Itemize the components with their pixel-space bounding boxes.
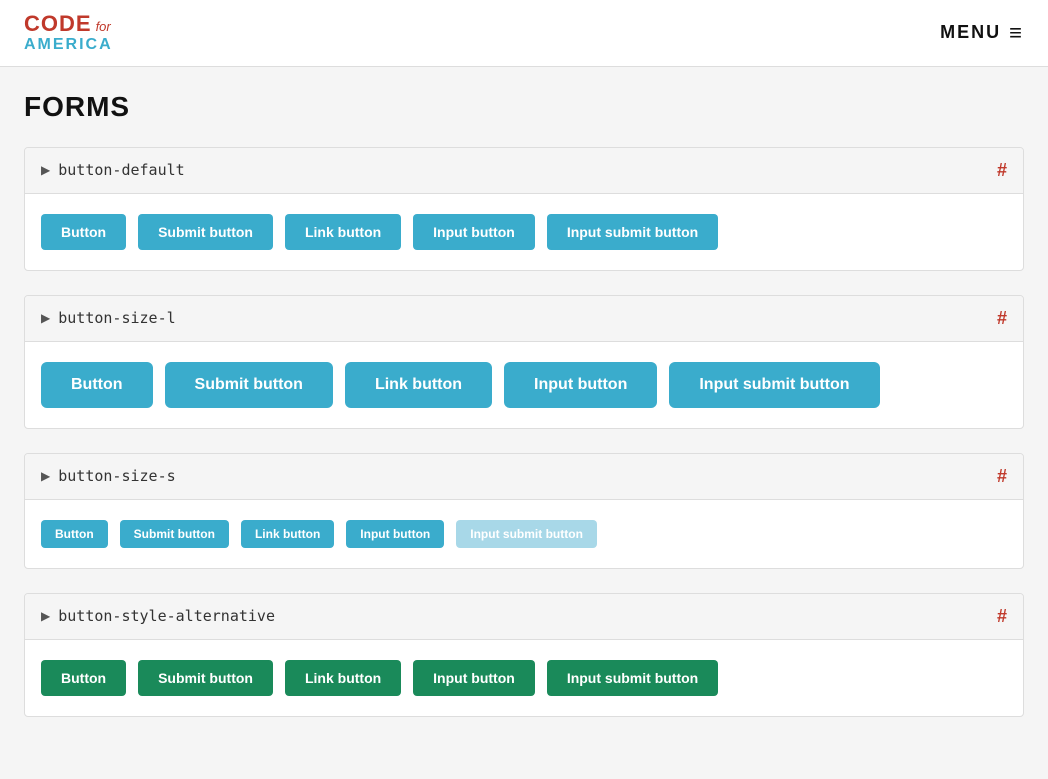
section-header-button-size-l[interactable]: ▶ button-size-l # (25, 296, 1023, 342)
button-default-input-submit[interactable]: Input submit button (547, 214, 718, 250)
button-size-l-input-submit[interactable]: Input submit button (669, 362, 879, 408)
section-label: button-size-s (58, 467, 175, 485)
button-default-submit[interactable]: Submit button (138, 214, 273, 250)
section-button-size-l: ▶ button-size-l # Button Submit button L… (24, 295, 1024, 429)
section-body-button-default: Button Submit button Link button Input b… (25, 194, 1023, 270)
logo-code: CODE (24, 12, 92, 36)
section-hash: # (997, 308, 1007, 329)
button-alt-input[interactable]: Input button (413, 660, 535, 696)
button-alt-input-submit[interactable]: Input submit button (547, 660, 718, 696)
section-header-button-default[interactable]: ▶ button-default # (25, 148, 1023, 194)
section-hash: # (997, 466, 1007, 487)
section-body-button-size-s: Button Submit button Link button Input b… (25, 500, 1023, 568)
main-content: FORMS ▶ button-default # Button Submit b… (0, 67, 1048, 765)
section-triangle-icon: ▶ (41, 469, 50, 483)
logo-for: for (96, 20, 111, 34)
section-button-default: ▶ button-default # Button Submit button … (24, 147, 1024, 271)
button-alt-link[interactable]: Link button (285, 660, 401, 696)
section-header-left: ▶ button-size-l (41, 309, 176, 327)
button-size-l-button[interactable]: Button (41, 362, 153, 408)
section-label: button-default (58, 161, 184, 179)
button-size-l-submit[interactable]: Submit button (165, 362, 333, 408)
site-header: CODE for AMERICA MENU ≡ (0, 0, 1048, 67)
section-header-button-size-s[interactable]: ▶ button-size-s # (25, 454, 1023, 500)
section-hash: # (997, 606, 1007, 627)
section-header-left: ▶ button-default (41, 161, 185, 179)
section-header-left: ▶ button-style-alternative (41, 607, 275, 625)
section-header-button-style-alternative[interactable]: ▶ button-style-alternative # (25, 594, 1023, 640)
section-body-button-style-alternative: Button Submit button Link button Input b… (25, 640, 1023, 716)
page-title: FORMS (24, 91, 1024, 123)
button-default-link[interactable]: Link button (285, 214, 401, 250)
button-size-s-submit[interactable]: Submit button (120, 520, 229, 548)
button-size-l-link[interactable]: Link button (345, 362, 492, 408)
section-button-size-s: ▶ button-size-s # Button Submit button L… (24, 453, 1024, 569)
button-size-l-input[interactable]: Input button (504, 362, 657, 408)
section-button-style-alternative: ▶ button-style-alternative # Button Subm… (24, 593, 1024, 717)
section-label: button-style-alternative (58, 607, 275, 625)
button-default-button[interactable]: Button (41, 214, 126, 250)
button-alt-submit[interactable]: Submit button (138, 660, 273, 696)
button-alt-button[interactable]: Button (41, 660, 126, 696)
site-logo: CODE for AMERICA (24, 12, 113, 54)
button-size-s-button[interactable]: Button (41, 520, 108, 548)
section-header-left: ▶ button-size-s (41, 467, 176, 485)
menu-button[interactable]: MENU ≡ (940, 22, 1024, 44)
logo-america: AMERICA (24, 36, 113, 54)
button-size-s-link[interactable]: Link button (241, 520, 334, 548)
button-default-input[interactable]: Input button (413, 214, 535, 250)
section-triangle-icon: ▶ (41, 609, 50, 623)
menu-label: MENU (940, 22, 1001, 43)
section-triangle-icon: ▶ (41, 311, 50, 325)
button-size-s-input-submit[interactable]: Input submit button (456, 520, 597, 548)
section-body-button-size-l: Button Submit button Link button Input b… (25, 342, 1023, 428)
menu-icon: ≡ (1009, 22, 1024, 44)
section-triangle-icon: ▶ (41, 163, 50, 177)
button-size-s-input[interactable]: Input button (346, 520, 444, 548)
section-label: button-size-l (58, 309, 175, 327)
section-hash: # (997, 160, 1007, 181)
